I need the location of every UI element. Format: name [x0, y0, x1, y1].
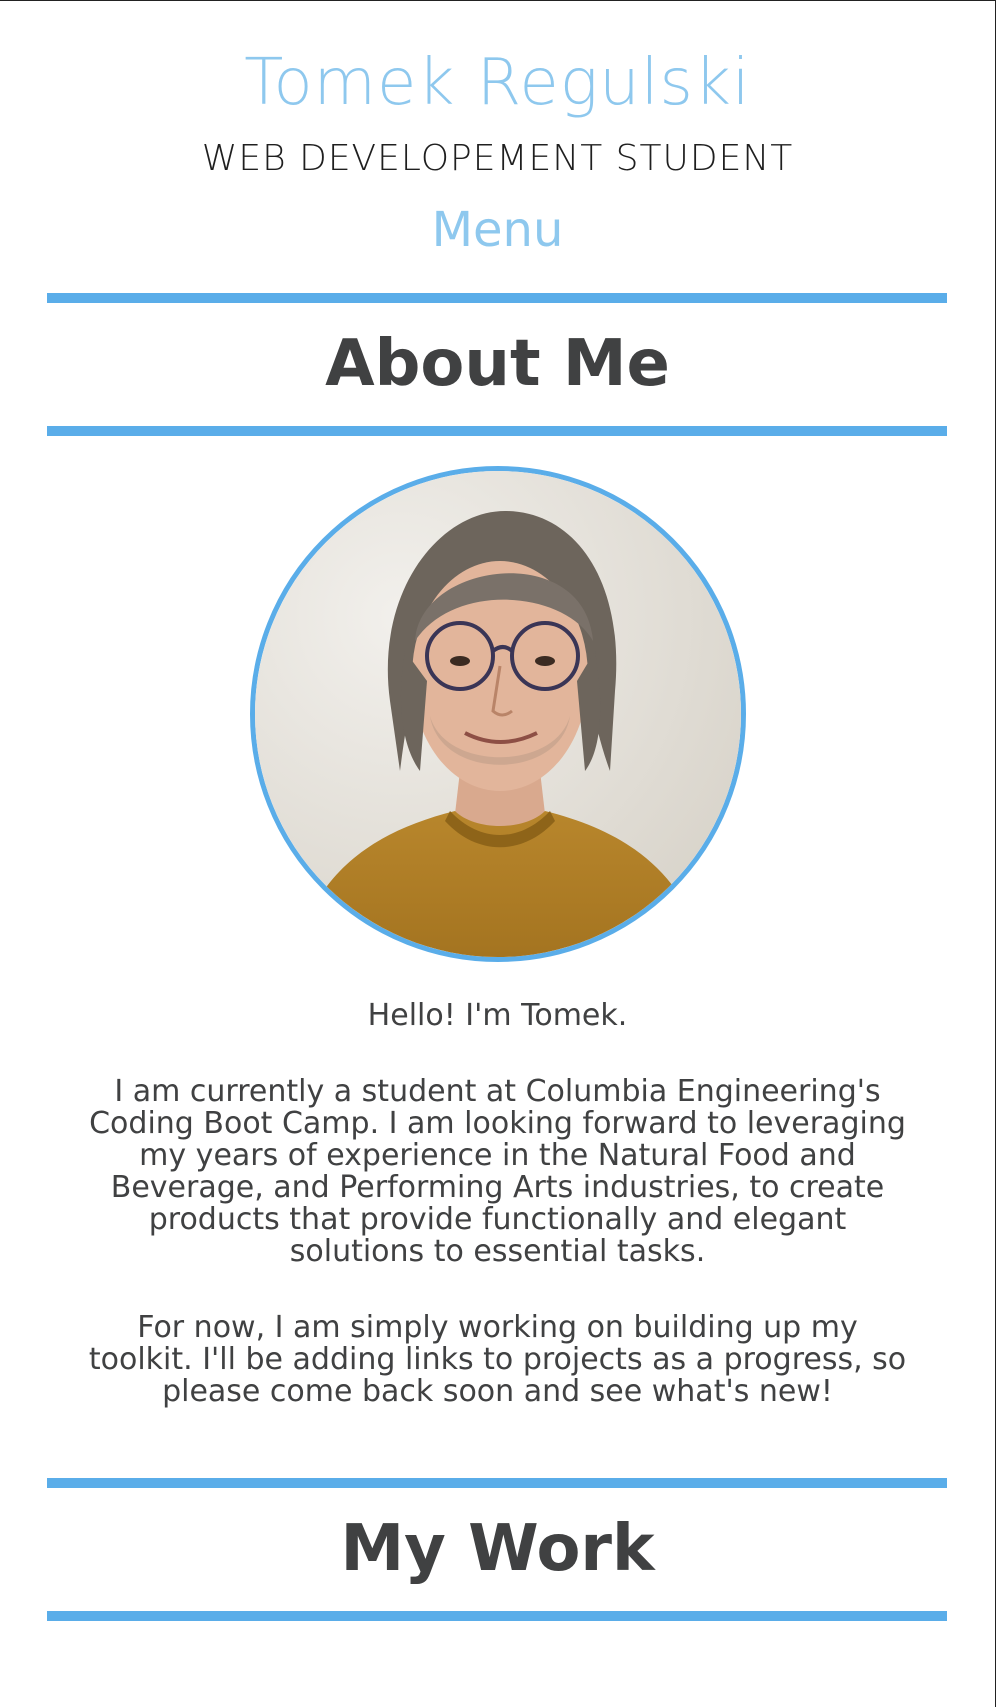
profile-photo: [249, 466, 746, 962]
work-heading: My Work: [340, 1512, 655, 1586]
bio-text: I am currently a student at Columbia Eng…: [89, 1074, 906, 1269]
portrait-wrapper: [0, 466, 995, 962]
site-name: Tomek Regulski: [244, 46, 751, 120]
divider: [47, 1478, 947, 1488]
greeting-text: Hello! I'm Tomek.: [367, 998, 628, 1033]
closing-text: For now, I am simply working on building…: [88, 1310, 907, 1409]
menu-link[interactable]: Menu: [432, 199, 564, 261]
site-header: Tomek Regulski WEB DEVELOPEMENT STUDENT …: [0, 1, 995, 261]
divider: [47, 426, 947, 436]
divider: [47, 1611, 947, 1621]
about-text: Hello! I'm Tomek. I am currently a stude…: [88, 1000, 908, 1408]
work-heading-block: My Work: [47, 1478, 948, 1621]
site-subtitle: WEB DEVELOPEMENT STUDENT: [201, 138, 794, 179]
divider: [47, 293, 947, 303]
page: Tomek Regulski WEB DEVELOPEMENT STUDENT …: [0, 0, 996, 1707]
about-heading: About Me: [325, 327, 670, 401]
work-section: My Work: [0, 1478, 995, 1621]
about-section: About Me Hello! I'm Tomek. I am currentl…: [0, 293, 995, 1408]
about-heading-block: About Me: [47, 293, 948, 436]
